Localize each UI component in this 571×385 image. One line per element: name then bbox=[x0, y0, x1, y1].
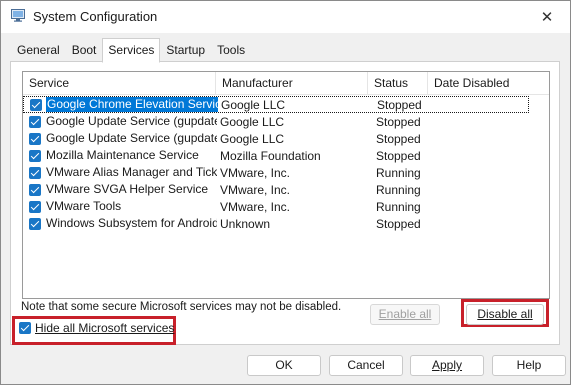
ok-button[interactable]: OK bbox=[247, 355, 321, 376]
system-configuration-window: System Configuration ✕ General Boot Serv… bbox=[0, 0, 571, 385]
table-row[interactable]: Google Chrome Elevation Servic... Google… bbox=[23, 96, 529, 113]
service-status: Stopped bbox=[376, 114, 421, 129]
disable-all-label: Disable all bbox=[477, 307, 533, 321]
help-button[interactable]: Help bbox=[492, 355, 566, 376]
help-label: Help bbox=[516, 358, 542, 372]
tab-tools[interactable]: Tools bbox=[211, 39, 251, 61]
table-row[interactable]: VMware SVGA Helper Service VMware, Inc. … bbox=[23, 181, 529, 198]
service-name: VMware Tools bbox=[46, 199, 122, 213]
service-checkbox[interactable] bbox=[29, 166, 41, 179]
service-status: Stopped bbox=[376, 216, 421, 231]
microsoft-services-note: Note that some secure Microsoft services… bbox=[21, 301, 342, 313]
service-status: Stopped bbox=[376, 131, 421, 146]
column-header-date-disabled[interactable]: Date Disabled bbox=[428, 72, 549, 94]
service-status: Running bbox=[376, 199, 421, 214]
service-status: Stopped bbox=[377, 97, 422, 112]
system-configuration-app-icon bbox=[11, 9, 25, 22]
service-name: Google Chrome Elevation Servic... bbox=[46, 97, 218, 112]
close-icon: ✕ bbox=[540, 9, 554, 26]
service-manufacturer: Google LLC bbox=[220, 131, 285, 146]
column-header-service[interactable]: Service bbox=[23, 72, 216, 94]
table-row[interactable]: VMware Alias Manager and Ticke... VMware… bbox=[23, 164, 529, 181]
service-checkbox[interactable] bbox=[29, 183, 41, 196]
tab-startup[interactable]: Startup bbox=[160, 39, 211, 61]
cancel-button[interactable]: Cancel bbox=[329, 355, 403, 376]
service-name: VMware SVGA Helper Service bbox=[46, 182, 209, 196]
list-header: Service Manufacturer Status Date Disable… bbox=[23, 72, 549, 95]
close-button[interactable]: ✕ bbox=[524, 1, 570, 33]
disable-all-button[interactable]: Disable all bbox=[466, 304, 544, 325]
hide-microsoft-services-checkbox[interactable] bbox=[19, 322, 31, 334]
tab-boot[interactable]: Boot bbox=[66, 39, 103, 61]
service-manufacturer: Google LLC bbox=[220, 114, 285, 129]
service-name: Google Update Service (gupdate) bbox=[46, 114, 217, 128]
service-status: Running bbox=[376, 182, 421, 197]
service-checkbox[interactable] bbox=[30, 98, 42, 111]
tab-general[interactable]: General bbox=[11, 39, 66, 61]
apply-button[interactable]: Apply bbox=[410, 355, 484, 376]
service-manufacturer: VMware, Inc. bbox=[220, 182, 291, 197]
tab-services[interactable]: Services bbox=[102, 38, 161, 63]
hide-microsoft-services-option[interactable]: Hide all Microsoft services bbox=[19, 321, 174, 335]
service-name: VMware Alias Manager and Ticke... bbox=[46, 165, 217, 179]
services-panel: Service Manufacturer Status Date Disable… bbox=[10, 61, 560, 345]
table-row[interactable]: Google Update Service (gupdatem) Google … bbox=[23, 130, 529, 147]
service-checkbox[interactable] bbox=[29, 149, 41, 162]
service-manufacturer: VMware, Inc. bbox=[220, 199, 291, 214]
title-bar: System Configuration ✕ bbox=[1, 1, 570, 33]
enable-all-label: Enable all bbox=[378, 307, 432, 321]
service-checkbox[interactable] bbox=[29, 115, 41, 128]
table-row[interactable]: VMware Tools VMware, Inc. Running bbox=[23, 198, 529, 215]
service-status: Stopped bbox=[376, 148, 421, 163]
service-status: Running bbox=[376, 165, 421, 180]
column-header-manufacturer[interactable]: Manufacturer bbox=[216, 72, 368, 94]
service-name: Mozilla Maintenance Service bbox=[46, 148, 199, 162]
enable-all-button[interactable]: Enable all bbox=[370, 304, 440, 325]
service-checkbox[interactable] bbox=[29, 132, 41, 145]
service-checkbox[interactable] bbox=[29, 200, 41, 213]
services-list[interactable]: Service Manufacturer Status Date Disable… bbox=[22, 71, 550, 299]
column-header-status[interactable]: Status bbox=[368, 72, 428, 94]
service-manufacturer: VMware, Inc. bbox=[220, 165, 291, 180]
service-name: Windows Subsystem for Android™ bbox=[46, 216, 217, 230]
service-name: Google Update Service (gupdatem) bbox=[46, 131, 217, 145]
table-row[interactable]: Mozilla Maintenance Service Mozilla Foun… bbox=[23, 147, 529, 164]
hide-microsoft-services-label: Hide all Microsoft services bbox=[35, 321, 175, 335]
table-row[interactable]: Google Update Service (gupdate) Google L… bbox=[23, 113, 529, 130]
window-title: System Configuration bbox=[33, 9, 158, 24]
table-row[interactable]: Windows Subsystem for Android™ Unknown S… bbox=[23, 215, 529, 232]
ok-label: OK bbox=[275, 358, 293, 372]
cancel-label: Cancel bbox=[347, 358, 385, 372]
service-manufacturer: Unknown bbox=[220, 216, 271, 231]
service-manufacturer: Google LLC bbox=[221, 97, 286, 112]
service-checkbox[interactable] bbox=[29, 217, 41, 230]
apply-label: Apply bbox=[431, 358, 463, 372]
tab-strip: General Boot Services Startup Tools bbox=[11, 38, 251, 63]
service-manufacturer: Mozilla Foundation bbox=[220, 148, 321, 163]
